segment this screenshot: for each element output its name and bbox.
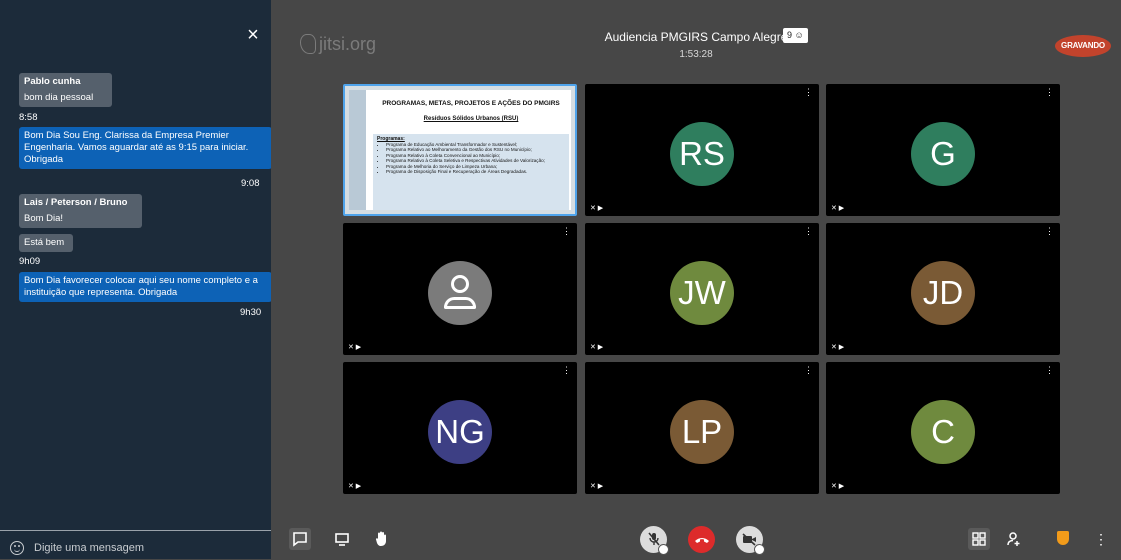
more-vertical-icon: ⋮	[1094, 531, 1108, 547]
participants-icon: ☺	[794, 30, 804, 40]
message-text: Bom Dia!	[24, 213, 64, 224]
avatar: NG	[428, 400, 492, 464]
muted-status-icon: ✕ ▶	[831, 205, 845, 212]
chat-message: Bom Dia favorecer colocar aqui seu nome …	[19, 272, 272, 302]
close-icon[interactable]: ×	[244, 25, 262, 45]
slide-body: Programas: Programa de Educação Ambienta…	[373, 134, 569, 210]
raise-hand-button[interactable]	[371, 528, 393, 550]
recording-badge: GRAVANDO	[1055, 35, 1111, 57]
add-person-icon	[1007, 532, 1020, 546]
muted-status-icon: ✕ ▶	[590, 483, 604, 490]
muted-status-icon: ✕ ▶	[348, 483, 362, 490]
message-text: Bom Dia favorecer colocar aqui seu nome …	[24, 275, 258, 298]
chat-message: Pablo cunha bom dia pessoal	[19, 73, 112, 107]
more-options-button[interactable]: ⋮	[1090, 528, 1112, 550]
meeting-title: Audiencia PMGIRS Campo Alegre	[604, 30, 788, 44]
chat-message: Bom Dia Sou Eng. Clarissa da Empresa Pre…	[19, 127, 272, 169]
message-sender: Lais / Peterson / Bruno	[24, 197, 128, 208]
muted-status-icon: ✕ ▶	[590, 205, 604, 212]
tile-menu-icon[interactable]: ⋮	[804, 88, 813, 97]
tile-menu-icon[interactable]: ⋮	[804, 227, 813, 236]
message-text: Está bem	[24, 237, 65, 248]
mic-options-icon[interactable]	[658, 544, 669, 555]
message-text: Bom Dia Sou Eng. Clarissa da Empresa Pre…	[24, 130, 249, 165]
tile-menu-icon[interactable]: ⋮	[562, 227, 571, 236]
avatar: RS	[670, 122, 734, 186]
chat-message: Lais / Peterson / Bruno Bom Dia!	[19, 194, 142, 228]
message-sender: Pablo cunha	[24, 76, 81, 87]
chat-message: Está bem	[19, 234, 73, 252]
microphone-muted-icon	[647, 532, 660, 546]
camera-options-icon[interactable]	[754, 544, 765, 555]
participant-count: 9	[787, 30, 793, 40]
camera-muted-icon	[742, 533, 756, 546]
security-shield-icon[interactable]	[1057, 531, 1069, 545]
hangup-button[interactable]	[688, 526, 715, 553]
emoji-icon[interactable]	[10, 541, 24, 555]
invite-people-button[interactable]	[1003, 528, 1025, 550]
message-text: bom dia pessoal	[24, 92, 94, 103]
shared-slide: PROGRAMAS, METAS, PROJETOS E AÇÕES DO PM…	[349, 90, 571, 210]
slide-item: Programa Relativo à Coleta Seletiva e Re…	[386, 158, 565, 163]
participant-tile[interactable]: LP ⋮ ✕ ▶	[585, 362, 819, 494]
avatar: JW	[670, 261, 734, 325]
chat-icon	[293, 532, 307, 547]
conference-stage: jitsi.org Audiencia PMGIRS Campo Alegre …	[271, 0, 1121, 559]
screen-share-tile[interactable]: PROGRAMAS, METAS, PROJETOS E AÇÕES DO PM…	[343, 84, 577, 216]
avatar: LP	[670, 400, 734, 464]
participant-tile[interactable]: JW ⋮ ✕ ▶	[585, 223, 819, 355]
meeting-timer: 1:53:28	[679, 49, 713, 60]
microphone-toggle-button[interactable]	[640, 526, 669, 555]
participant-tile[interactable]: RS ⋮ ✕ ▶	[585, 84, 819, 216]
participant-tile[interactable]: NG ⋮ ✕ ▶	[343, 362, 577, 494]
muted-status-icon: ✕ ▶	[590, 344, 604, 351]
tile-menu-icon[interactable]: ⋮	[804, 366, 813, 375]
muted-status-icon: ✕ ▶	[831, 483, 845, 490]
tile-menu-icon[interactable]: ⋮	[1045, 227, 1054, 236]
hand-icon	[375, 531, 386, 546]
message-time: 9:08	[241, 178, 260, 189]
avatar: G	[911, 122, 975, 186]
tile-menu-icon[interactable]: ⋮	[562, 366, 571, 375]
participant-tile[interactable]: ⋮ ✕ ▶	[343, 223, 577, 355]
muted-status-icon: ✕ ▶	[348, 344, 362, 351]
screen-share-icon	[335, 533, 349, 546]
avatar: C	[911, 400, 975, 464]
chat-input-area[interactable]: Digite uma mensagem	[0, 530, 271, 560]
slide-subtitle: Resíduos Sólidos Urbanos (RSU)	[423, 116, 519, 122]
participant-tile[interactable]: G ⋮ ✕ ▶	[826, 84, 1060, 216]
slide-title: PROGRAMAS, METAS, PROJETOS E AÇÕES DO PM…	[382, 100, 560, 107]
message-time: 9h09	[19, 256, 41, 267]
participant-tile[interactable]: JD ⋮ ✕ ▶	[826, 223, 1060, 355]
avatar: JD	[911, 261, 975, 325]
chat-input-placeholder[interactable]: Digite uma mensagem	[34, 542, 144, 554]
tile-menu-icon[interactable]: ⋮	[1045, 366, 1054, 375]
muted-status-icon: ✕ ▶	[831, 344, 845, 351]
slide-item: Programa de Disposição Final e Recuperaç…	[386, 169, 565, 174]
chat-toggle-button[interactable]	[289, 528, 311, 550]
default-avatar-icon	[428, 261, 492, 325]
message-time: 8:58	[19, 112, 38, 123]
grid-icon	[972, 532, 986, 546]
participant-count-badge[interactable]: 9 ☺	[783, 28, 808, 43]
participant-tile[interactable]: C ⋮ ✕ ▶	[826, 362, 1060, 494]
tile-view-button[interactable]	[968, 528, 990, 550]
tile-menu-icon[interactable]: ⋮	[1045, 88, 1054, 97]
share-screen-button[interactable]	[331, 528, 353, 550]
slide-list: Programa de Educação Ambiental Transform…	[377, 142, 565, 174]
camera-toggle-button[interactable]	[736, 526, 765, 555]
chat-panel: × Pablo cunha bom dia pessoal 8:58 Bom D…	[0, 0, 272, 560]
message-time: 9h30	[240, 307, 262, 318]
phone-hangup-icon	[694, 538, 709, 543]
slide-sidebar	[349, 90, 366, 210]
